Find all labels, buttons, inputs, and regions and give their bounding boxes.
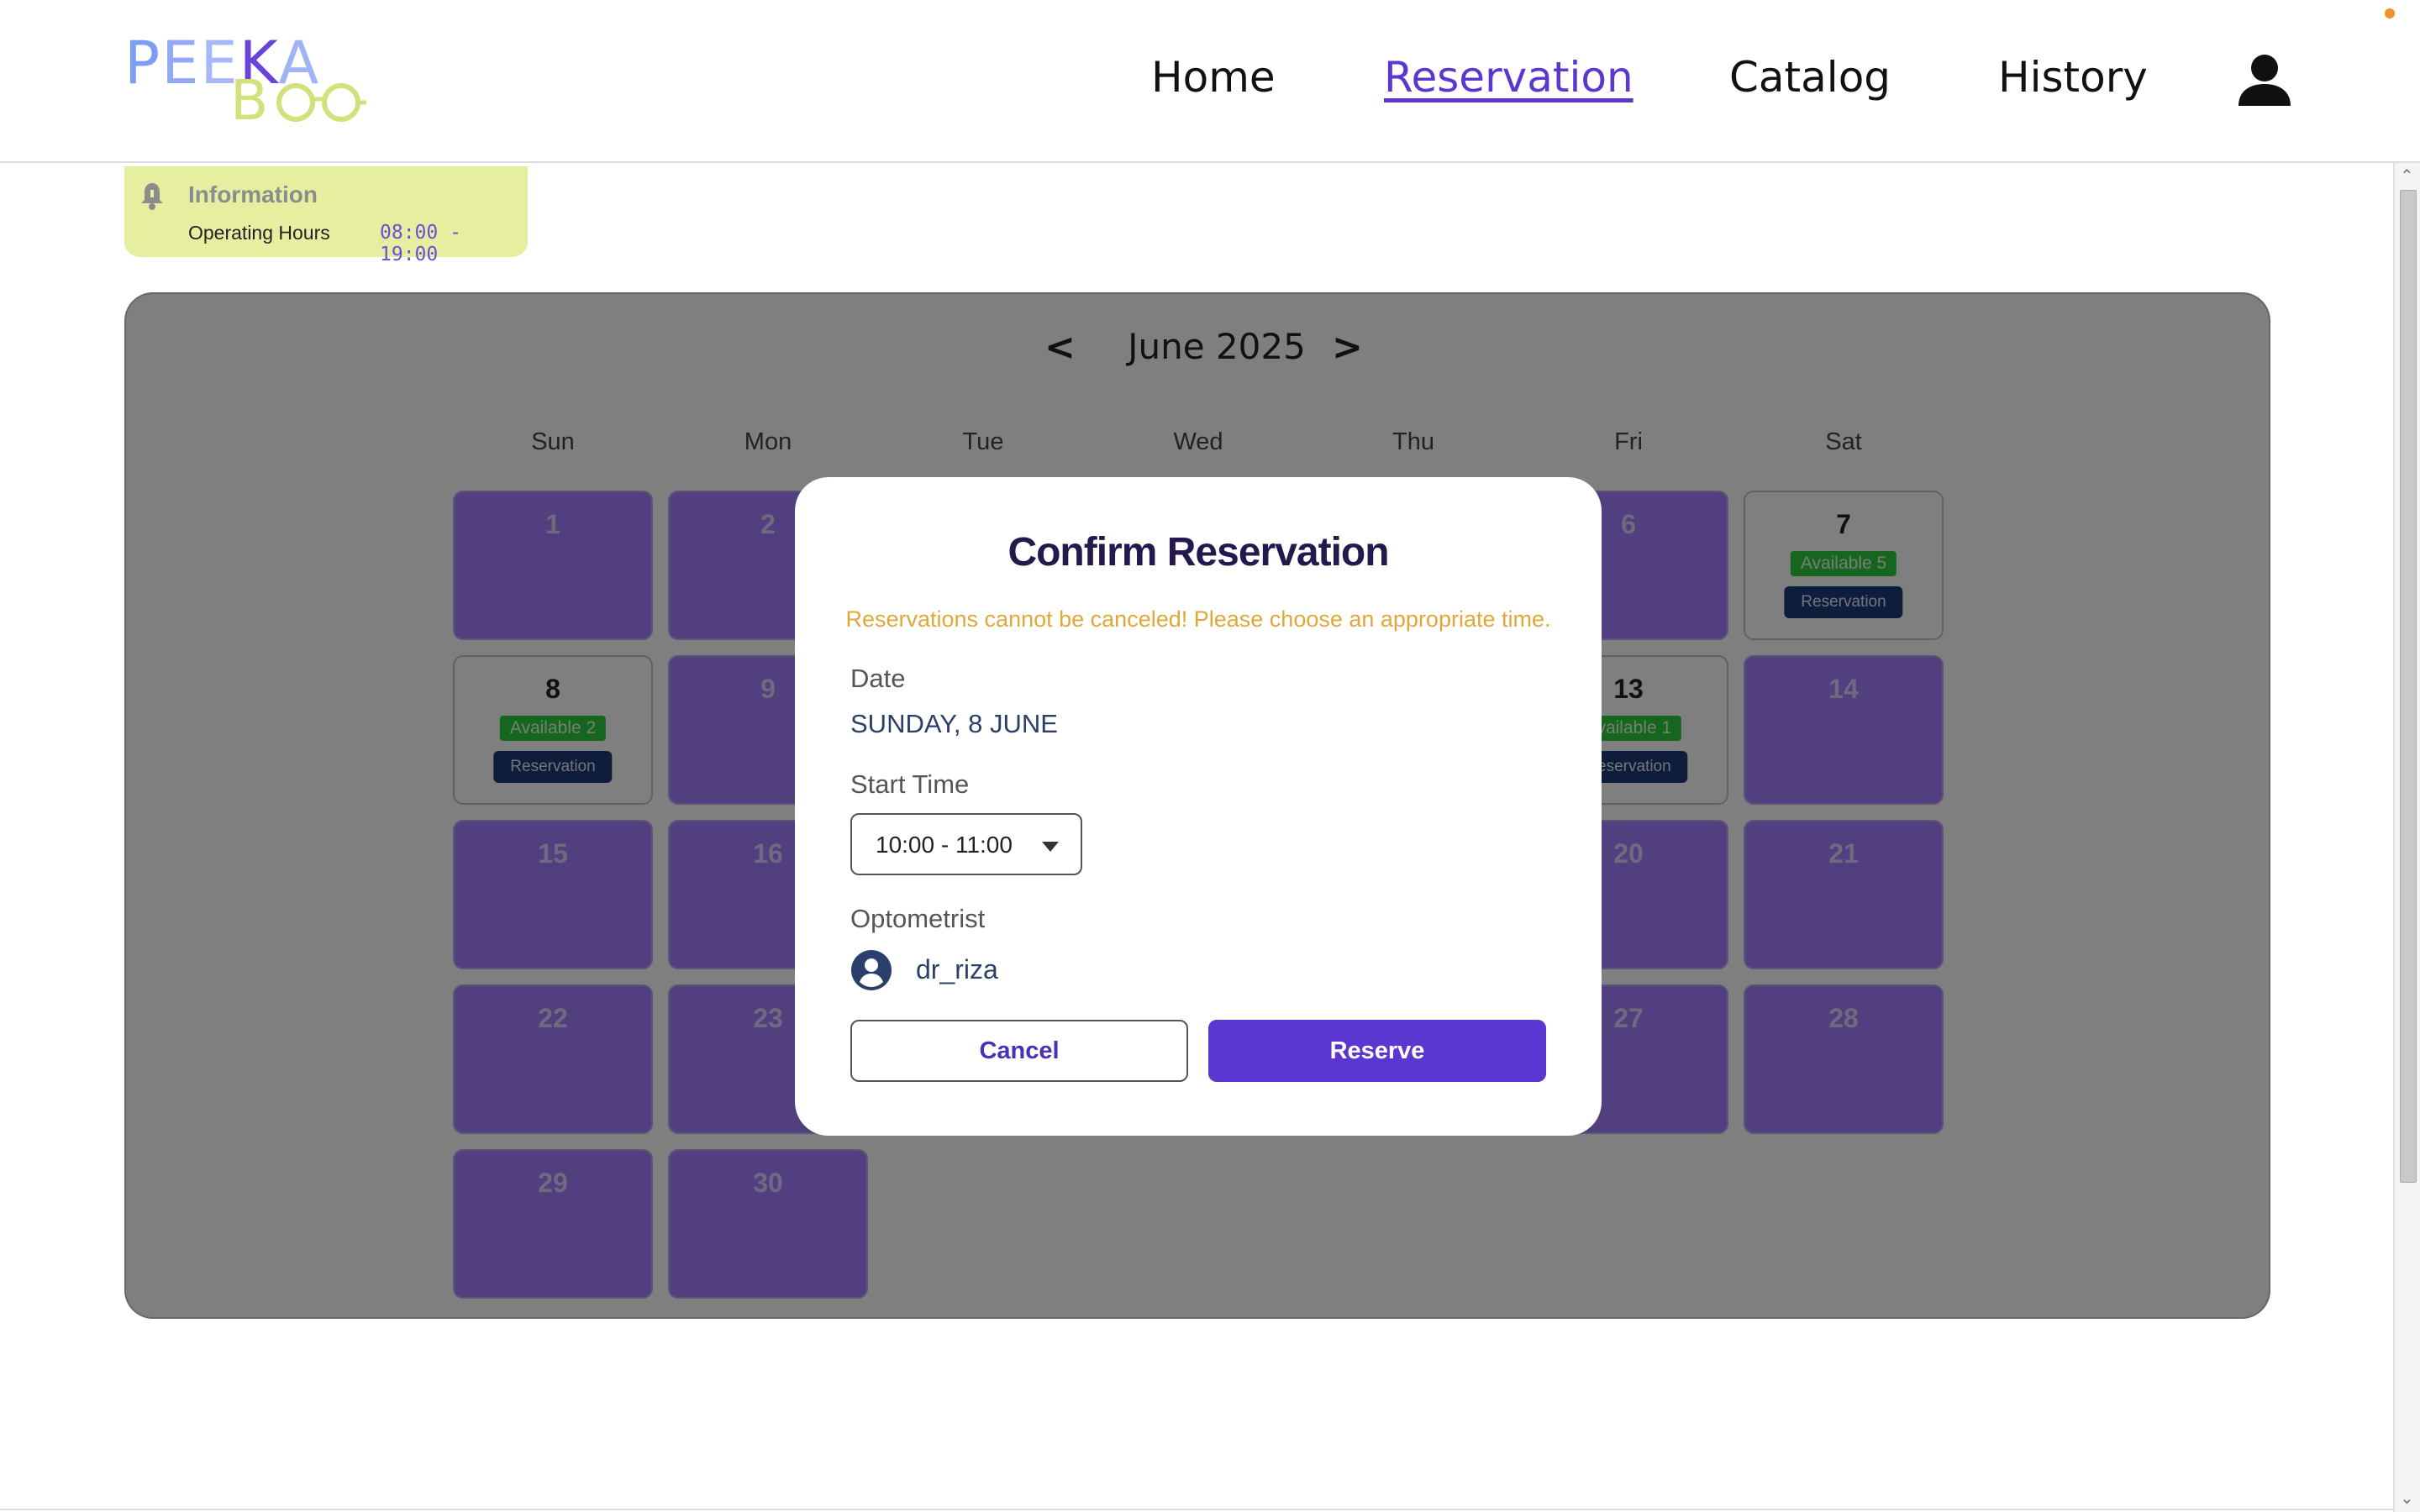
svg-text:B: B bbox=[230, 68, 268, 124]
cancellation-warning: Reservations cannot be canceled! Please … bbox=[845, 606, 1551, 632]
bottom-divider bbox=[0, 1509, 2393, 1510]
reserve-button[interactable]: Reserve bbox=[1208, 1020, 1546, 1082]
account-circle-icon bbox=[851, 950, 892, 990]
confirm-reservation-modal: Confirm Reservation Reservations cannot … bbox=[795, 477, 1602, 1136]
date-value: SUNDAY, 8 JUNE bbox=[850, 709, 1058, 738]
nav-home[interactable]: Home bbox=[1151, 52, 1276, 102]
peekaboo-logo[interactable]: PEEKA B bbox=[124, 34, 368, 126]
info-title: Information bbox=[188, 181, 318, 207]
start-time-label: Start Time bbox=[850, 769, 970, 799]
navbar: PEEKA B Home Reservation Catalog History bbox=[0, 0, 2420, 163]
nav-history[interactable]: History bbox=[1998, 52, 2148, 102]
operating-hours-label: Operating Hours bbox=[188, 222, 330, 244]
optometrist-label: Optometrist bbox=[850, 904, 986, 933]
operating-hours-value: 08:00 - 19:00 bbox=[380, 222, 461, 265]
nav-reservation[interactable]: Reservation bbox=[1384, 52, 1634, 102]
nav-catalog[interactable]: Catalog bbox=[1729, 52, 1891, 102]
modal-title: Confirm Reservation bbox=[1007, 530, 1389, 575]
scroll-down-arrow-icon[interactable]: ⌄ bbox=[2400, 1490, 2414, 1507]
scroll-up-arrow-icon[interactable]: ⌃ bbox=[2400, 168, 2414, 185]
optometrist-name: dr_riza bbox=[916, 954, 998, 984]
bell-icon bbox=[141, 183, 163, 210]
date-label: Date bbox=[850, 664, 906, 693]
cancel-button[interactable]: Cancel bbox=[850, 1020, 1188, 1082]
page-scrollbar[interactable]: ⌃ ⌄ bbox=[2393, 163, 2420, 1512]
status-dot bbox=[2385, 8, 2395, 18]
logo-boo-glasses: B bbox=[230, 68, 366, 124]
info-box: Information Operating Hours 08:00 - 19:0… bbox=[124, 166, 528, 265]
scrollbar-thumb[interactable] bbox=[2400, 190, 2417, 1183]
start-time-select[interactable]: 10:00 - 11:00 bbox=[850, 813, 1082, 875]
chevron-down-icon bbox=[1042, 842, 1059, 852]
user-icon[interactable] bbox=[2237, 54, 2292, 108]
start-time-value: 10:00 - 11:00 bbox=[876, 832, 1013, 858]
